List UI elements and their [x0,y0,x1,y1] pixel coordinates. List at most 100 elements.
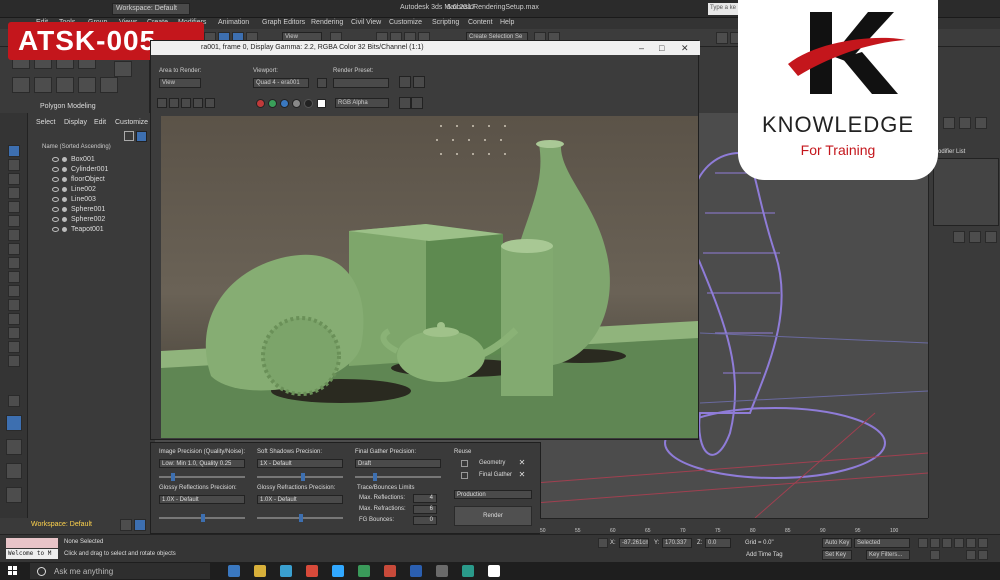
max-reflections-spinner[interactable]: 4 [413,494,437,503]
modifier-stack[interactable] [933,158,999,226]
green-channel-icon[interactable] [268,99,277,108]
scene-menu-customize[interactable]: Customize [115,119,148,126]
viewport-dropdown[interactable]: Quad 4 - era001 [253,78,309,88]
environment-icon[interactable] [413,76,425,88]
render-button[interactable]: Render [454,506,532,526]
glossy-refractions-field[interactable]: 1.0X - Default [257,495,343,504]
render-setup-icon[interactable] [399,76,411,88]
display-groups-icon[interactable] [8,243,20,255]
go-to-end-icon[interactable] [966,538,976,548]
name-column-header[interactable]: Name (Sorted Ascending) [42,144,111,150]
render-mode-dropdown[interactable]: Production [454,490,532,499]
max-refractions-spinner[interactable]: 6 [413,505,437,514]
hierarchy-tab-icon[interactable] [975,117,987,129]
clear-selection-icon[interactable] [124,131,134,141]
toggle-overlay-icon[interactable] [411,97,423,109]
menu-rendering[interactable]: Rendering [311,19,343,26]
swatch-icon[interactable] [317,99,326,108]
taskbar-app-icon[interactable] [254,565,266,577]
scene-object-row[interactable]: floorObject [28,175,154,185]
time-config-icon[interactable] [930,550,940,560]
display-spacewarps-icon[interactable] [8,229,20,241]
maximize-icon[interactable]: □ [659,43,664,53]
create-tab-icon[interactable] [943,117,955,129]
layer-icon[interactable] [8,355,20,367]
set-key-button[interactable]: Set Key [822,550,852,560]
taskbar-app-icon[interactable] [280,565,292,577]
menu-scripting[interactable]: Scripting [432,19,459,26]
save-image-icon[interactable] [157,98,167,108]
y-coord-field[interactable]: 170.337 [662,538,692,548]
final-gather-thumb[interactable] [373,473,377,481]
render-dot-icon[interactable] [62,207,67,212]
final-gather-slider[interactable] [355,476,441,478]
menu-customize[interactable]: Customize [389,19,422,26]
play-icon[interactable] [942,538,952,548]
display-lights-icon[interactable] [8,187,20,199]
scene-menu-select[interactable]: Select [36,119,55,126]
display-geometry-icon[interactable] [8,159,20,171]
render-dot-icon[interactable] [62,167,67,172]
glossy-reflections-thumb[interactable] [201,514,205,522]
display-frozen-icon[interactable] [8,299,20,311]
glossy-reflections-field[interactable]: 1.0X - Default [159,495,245,504]
explorer-scene-icon[interactable] [6,487,22,503]
print-image-icon[interactable] [193,98,203,108]
filter-toggle-icon[interactable] [136,131,147,142]
taskbar-app-icon[interactable] [358,565,370,577]
previous-frame-icon[interactable] [930,538,940,548]
menu-help[interactable]: Help [500,19,514,26]
final-gather-field[interactable]: Draft [355,459,441,468]
collapse-icon[interactable] [8,395,20,407]
clear-image-icon[interactable] [205,98,215,108]
filter-icon[interactable] [8,341,20,353]
next-frame-icon[interactable] [954,538,964,548]
display-none-icon[interactable] [8,145,20,157]
soft-shadows-slider[interactable] [257,476,343,478]
explorer-hierarchy-icon[interactable] [6,439,22,455]
scene-object-row[interactable]: Line003 [28,195,154,205]
display-all-icon[interactable] [8,327,20,339]
ribbon-button[interactable] [100,77,118,93]
clone-frame-icon[interactable] [181,98,191,108]
taskbar-app-icon[interactable] [462,565,474,577]
glossy-refractions-thumb[interactable] [299,514,303,522]
alpha-channel-icon[interactable] [292,99,301,108]
auto-key-button[interactable]: Auto Key [822,538,852,548]
taskbar-app-icon[interactable] [306,565,318,577]
visibility-eye-icon[interactable] [52,157,59,162]
isolate-icon[interactable] [598,538,608,548]
soft-shadows-field[interactable]: 1X - Default [257,459,343,468]
x-coord-field[interactable]: -87.261cm [619,538,649,548]
windows-start-icon[interactable] [8,566,18,576]
toggle-ui-icon[interactable] [399,97,411,109]
close-icon[interactable]: ✕ [681,43,689,54]
workspace-selector[interactable]: Workspace: Default [112,3,190,15]
copy-image-icon[interactable] [169,98,179,108]
clear-final-gather-icon[interactable]: ✕ [517,470,527,479]
scene-menu-edit[interactable]: Edit [94,119,106,126]
visibility-eye-icon[interactable] [52,177,59,182]
scene-object-row[interactable]: Box001 [28,155,154,165]
soft-shadows-thumb[interactable] [301,473,305,481]
monochrome-icon[interactable] [304,99,313,108]
workspace-label[interactable]: Workspace: Default [31,521,92,528]
menu-civil-view[interactable]: Civil View [351,19,381,26]
taskbar-app-icon[interactable] [332,565,344,577]
maxscript-listener[interactable] [6,538,58,548]
menu-content[interactable]: Content [468,19,493,26]
render-dot-icon[interactable] [62,187,67,192]
ribbon-label[interactable]: Polygon Modeling [40,103,96,110]
display-cameras-icon[interactable] [8,201,20,213]
render-preset-dropdown[interactable] [333,78,389,88]
explorer-layer-icon[interactable] [6,415,22,431]
render-dot-icon[interactable] [62,197,67,202]
scene-object-row[interactable]: Cylinder001 [28,165,154,175]
visibility-eye-icon[interactable] [52,217,59,222]
display-helpers-icon[interactable] [8,215,20,227]
display-hidden-icon[interactable] [8,313,20,325]
menu-graph-editors[interactable]: Graph Editors [262,19,305,26]
display-shapes-icon[interactable] [8,173,20,185]
visibility-eye-icon[interactable] [52,197,59,202]
ribbon-button[interactable] [34,77,52,93]
